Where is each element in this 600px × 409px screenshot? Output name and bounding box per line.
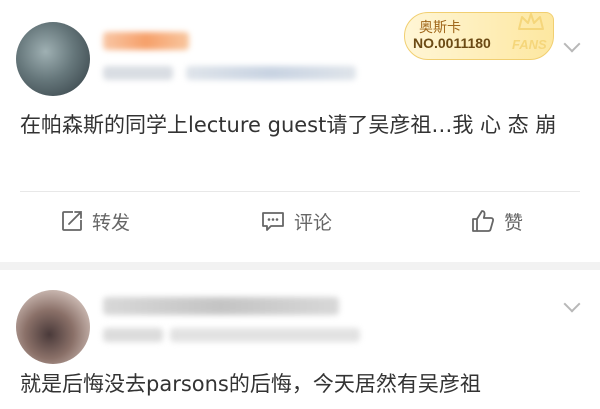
post-card: 奥斯卡 NO.0011180 FANS 在帕森斯的同学上lecture gues… xyxy=(0,0,600,262)
repost-icon xyxy=(62,211,82,231)
avatar[interactable] xyxy=(16,290,90,364)
post-card: 就是后悔没去parsons的后悔，今天居然有吴彦祖 xyxy=(0,270,600,409)
crown-icon xyxy=(518,13,544,30)
fan-badge-title: 奥斯卡 xyxy=(419,20,461,36)
like-button[interactable]: 赞 xyxy=(470,202,523,240)
username-blurred[interactable] xyxy=(103,297,339,315)
source-blurred xyxy=(170,328,360,342)
like-label: 赞 xyxy=(504,211,524,234)
comment-icon xyxy=(262,212,284,231)
fan-badge-fans-label: FANS xyxy=(512,37,547,52)
post-text: 在帕森斯的同学上lecture guest请了吴彦祖…我 心 态 崩 xyxy=(20,113,557,137)
chevron-down-icon[interactable] xyxy=(563,35,581,53)
divider xyxy=(20,191,580,192)
username-blurred[interactable] xyxy=(103,32,189,50)
repost-label: 转发 xyxy=(92,211,131,234)
comment-button[interactable]: 评论 xyxy=(260,202,332,240)
chevron-down-icon[interactable] xyxy=(563,295,581,313)
post-text: 就是后悔没去parsons的后悔，今天居然有吴彦祖 xyxy=(20,372,481,396)
source-blurred xyxy=(186,66,356,80)
avatar[interactable] xyxy=(16,22,90,96)
fan-badge[interactable]: 奥斯卡 NO.0011180 FANS xyxy=(404,12,554,60)
fan-badge-number: NO.0011180 xyxy=(413,35,491,51)
repost-button[interactable]: 转发 xyxy=(60,202,130,240)
timestamp-blurred xyxy=(103,328,163,342)
comment-label: 评论 xyxy=(294,211,333,234)
timestamp-blurred xyxy=(103,66,173,80)
like-icon xyxy=(472,210,495,232)
